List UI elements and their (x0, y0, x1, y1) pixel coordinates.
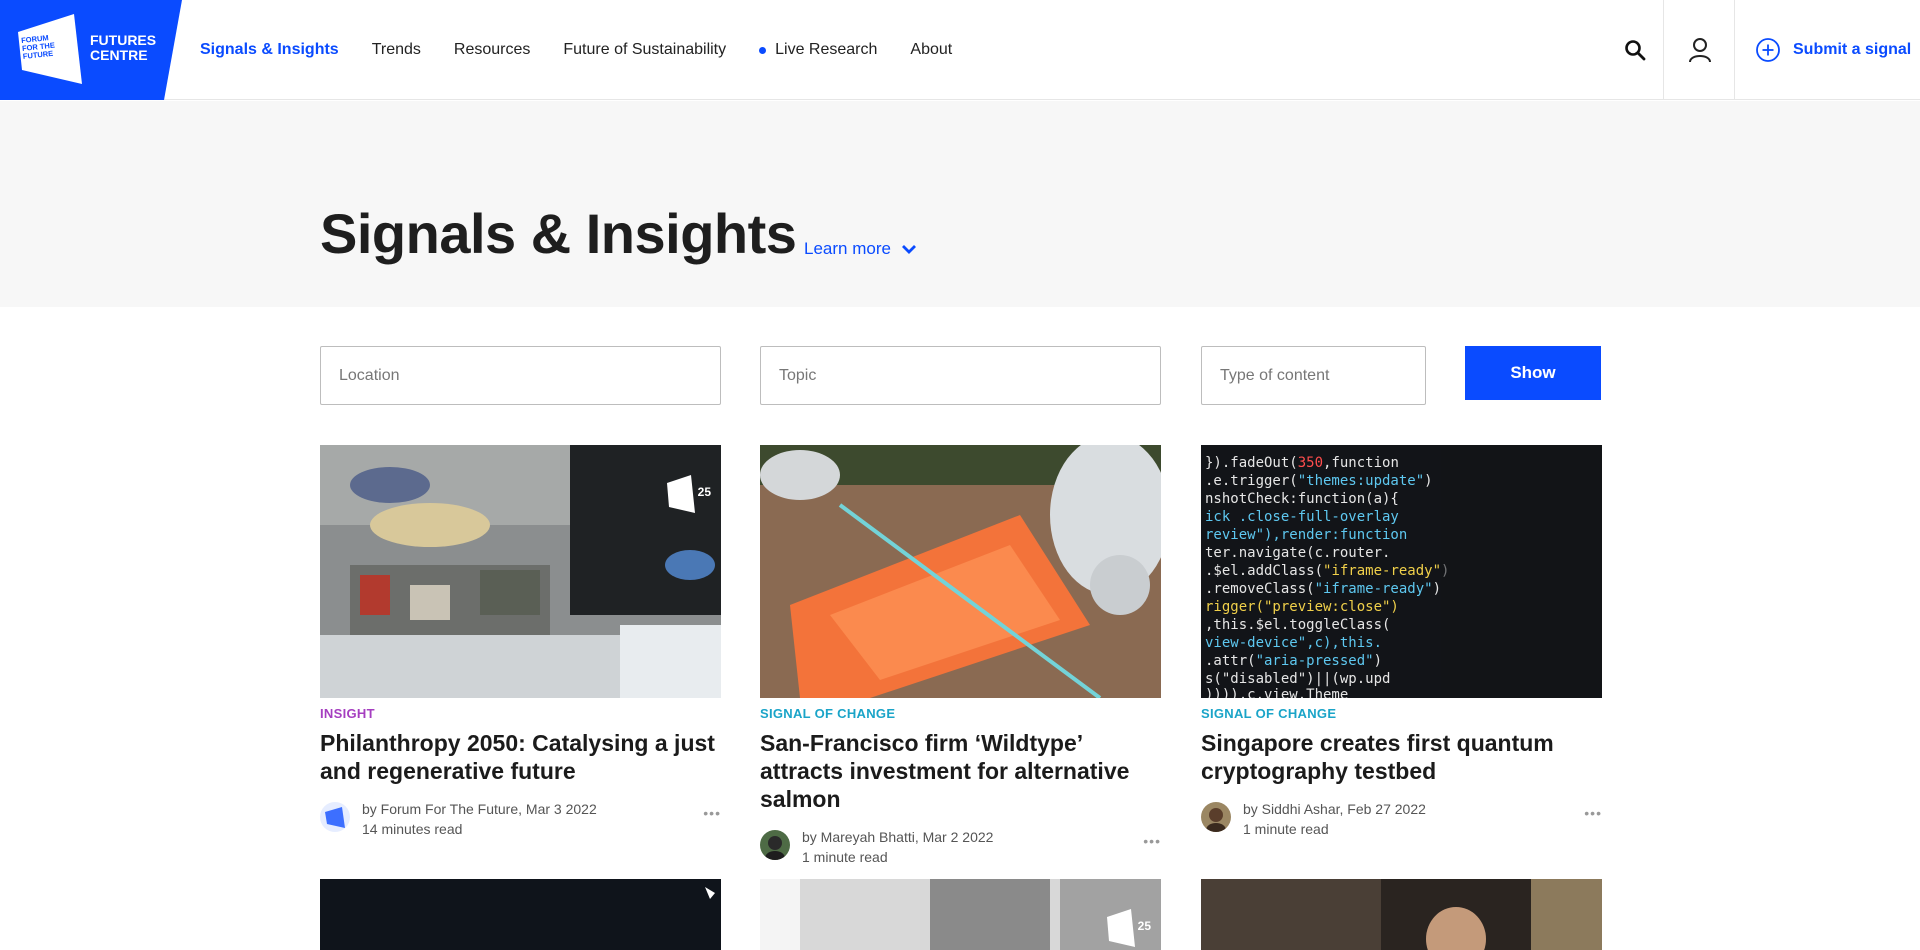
header-divider (1663, 0, 1664, 100)
search-button[interactable] (1610, 30, 1660, 70)
article-card[interactable]: }).fadeOut(350,function .e.trigger("them… (1201, 445, 1602, 839)
svg-text:.attr("aria-pressed"): .attr("aria-pressed") (1205, 653, 1382, 669)
card-title[interactable]: Philanthropy 2050: Catalysing a just and… (320, 729, 721, 785)
nav-future-of-sustainability[interactable]: Future of Sustainability (563, 41, 726, 59)
nav-live-research-label: Live Research (775, 41, 878, 58)
plus-circle-icon (1756, 38, 1780, 62)
svg-text:nshotCheck:function(a){: nshotCheck:function(a){ (1205, 491, 1399, 507)
svg-text:.removeClass("iframe-ready"): .removeClass("iframe-ready") (1205, 581, 1441, 597)
card-image[interactable]: 25 (760, 879, 1161, 950)
nav-live-research[interactable]: Live Research (759, 41, 877, 59)
card-category: SIGNAL OF CHANGE (760, 706, 896, 721)
svg-text:.e.trigger("themes:update"): .e.trigger("themes:update") (1205, 473, 1433, 489)
live-indicator-icon (759, 46, 767, 54)
card-meta: by Mareyah Bhatti, Mar 2 2022 1 minute r… (760, 827, 1161, 867)
nav-about[interactable]: About (910, 41, 952, 59)
submit-signal-button[interactable]: Submit a signal (1755, 30, 1911, 70)
anniversary-badge: 25 (1105, 907, 1151, 949)
nav-resources[interactable]: Resources (454, 41, 530, 59)
more-options-icon[interactable]: ••• (1143, 833, 1161, 849)
nav-signals-insights[interactable]: Signals & Insights (200, 41, 339, 59)
topic-filter[interactable]: Topic (760, 346, 1161, 405)
card-meta: by Siddhi Ashar, Feb 27 2022 1 minute re… (1201, 799, 1602, 839)
more-options-icon[interactable]: ••• (1584, 805, 1602, 821)
more-options-icon[interactable]: ••• (703, 805, 721, 821)
card-byline: by Forum For The Future, Mar 3 2022 (362, 801, 597, 817)
svg-text:rigger("preview:close"): rigger("preview:close") (1205, 599, 1399, 615)
card-meta: by Forum For The Future, Mar 3 2022 14 m… (320, 799, 721, 839)
svg-text:.$el.addClass("iframe-ready"): .$el.addClass("iframe-ready") (1205, 563, 1449, 579)
anniversary-badge: 25 (665, 473, 711, 515)
account-button[interactable] (1665, 30, 1735, 70)
card-category: INSIGHT (320, 706, 375, 721)
user-icon (1689, 38, 1711, 63)
logo-name: FUTURES CENTRE (90, 32, 157, 63)
svg-text:review"),render:function: review"),render:function (1205, 527, 1407, 543)
chevron-down-icon (901, 245, 916, 254)
svg-text:ick .close-full-overlay: ick .close-full-overlay (1205, 509, 1399, 525)
learn-more-label: Learn more (804, 239, 891, 258)
svg-text:s("disabled")||(wp.upd: s("disabled")||(wp.upd (1205, 671, 1390, 687)
header-divider (1734, 0, 1735, 100)
svg-text:,this.$el.toggleClass(: ,this.$el.toggleClass( (1205, 617, 1390, 633)
logo-mark-text: FORUM FOR THE FUTURE (20, 33, 56, 61)
card-image[interactable] (320, 879, 721, 950)
avatar (760, 830, 790, 860)
page-hero: Signals & Insights Learn more (0, 101, 1920, 307)
site-logo[interactable]: FORUM FOR THE FUTURE FUTURES CENTRE (0, 0, 182, 100)
show-button[interactable]: Show (1465, 346, 1601, 400)
search-icon (1625, 40, 1646, 61)
card-image[interactable]: 25 (320, 445, 721, 698)
code-screen-photo: }).fadeOut(350,function .e.trigger("them… (1201, 445, 1602, 698)
anniversary-badge-label: 25 (697, 485, 711, 499)
card-image[interactable] (1201, 879, 1602, 950)
card-title[interactable]: Singapore creates first quantum cryptogr… (1201, 729, 1602, 785)
card-read-time: 1 minute read (802, 849, 888, 865)
food-bank-photo (320, 445, 721, 698)
nav-trends[interactable]: Trends (372, 41, 421, 59)
card-byline: by Siddhi Ashar, Feb 27 2022 (1243, 801, 1426, 817)
article-card[interactable]: SIGNAL OF CHANGE San-Francisco firm ‘Wil… (760, 445, 1161, 867)
svg-text:view-device",c),this.: view-device",c),this. (1205, 635, 1382, 651)
submit-signal-label: Submit a signal (1793, 41, 1912, 58)
svg-text:}).fadeOut(350,function: }).fadeOut(350,function (1205, 455, 1399, 471)
learn-more-toggle[interactable]: Learn more (804, 239, 917, 259)
card-byline: by Mareyah Bhatti, Mar 2 2022 (802, 829, 994, 845)
avatar (320, 802, 350, 832)
article-card[interactable]: 25 INSIGHT Philanthropy 2050: Catalysing… (320, 445, 721, 839)
card-read-time: 1 minute read (1243, 821, 1329, 837)
svg-text:)))),c.view.Theme: )))),c.view.Theme (1205, 687, 1348, 698)
card-image[interactable]: }).fadeOut(350,function .e.trigger("them… (1201, 445, 1602, 698)
salmon-photo (760, 445, 1161, 698)
site-header: FORUM FOR THE FUTURE FUTURES CENTRE Sign… (0, 0, 1920, 100)
card-title[interactable]: San-Francisco firm ‘Wildtype’ attracts i… (760, 729, 1161, 813)
main-nav: Signals & Insights Trends Resources Futu… (200, 0, 985, 100)
card-read-time: 14 minutes read (362, 821, 463, 837)
avatar (1201, 802, 1231, 832)
card-image[interactable] (760, 445, 1161, 698)
card-category: SIGNAL OF CHANGE (1201, 706, 1337, 721)
anniversary-badge-label: 25 (1137, 919, 1151, 933)
svg-text:ter.navigate(c.router.: ter.navigate(c.router. (1205, 545, 1390, 561)
location-filter[interactable]: Location (320, 346, 721, 405)
page-title: Signals & Insights (320, 202, 797, 265)
content-type-filter[interactable]: Type of content (1201, 346, 1426, 405)
